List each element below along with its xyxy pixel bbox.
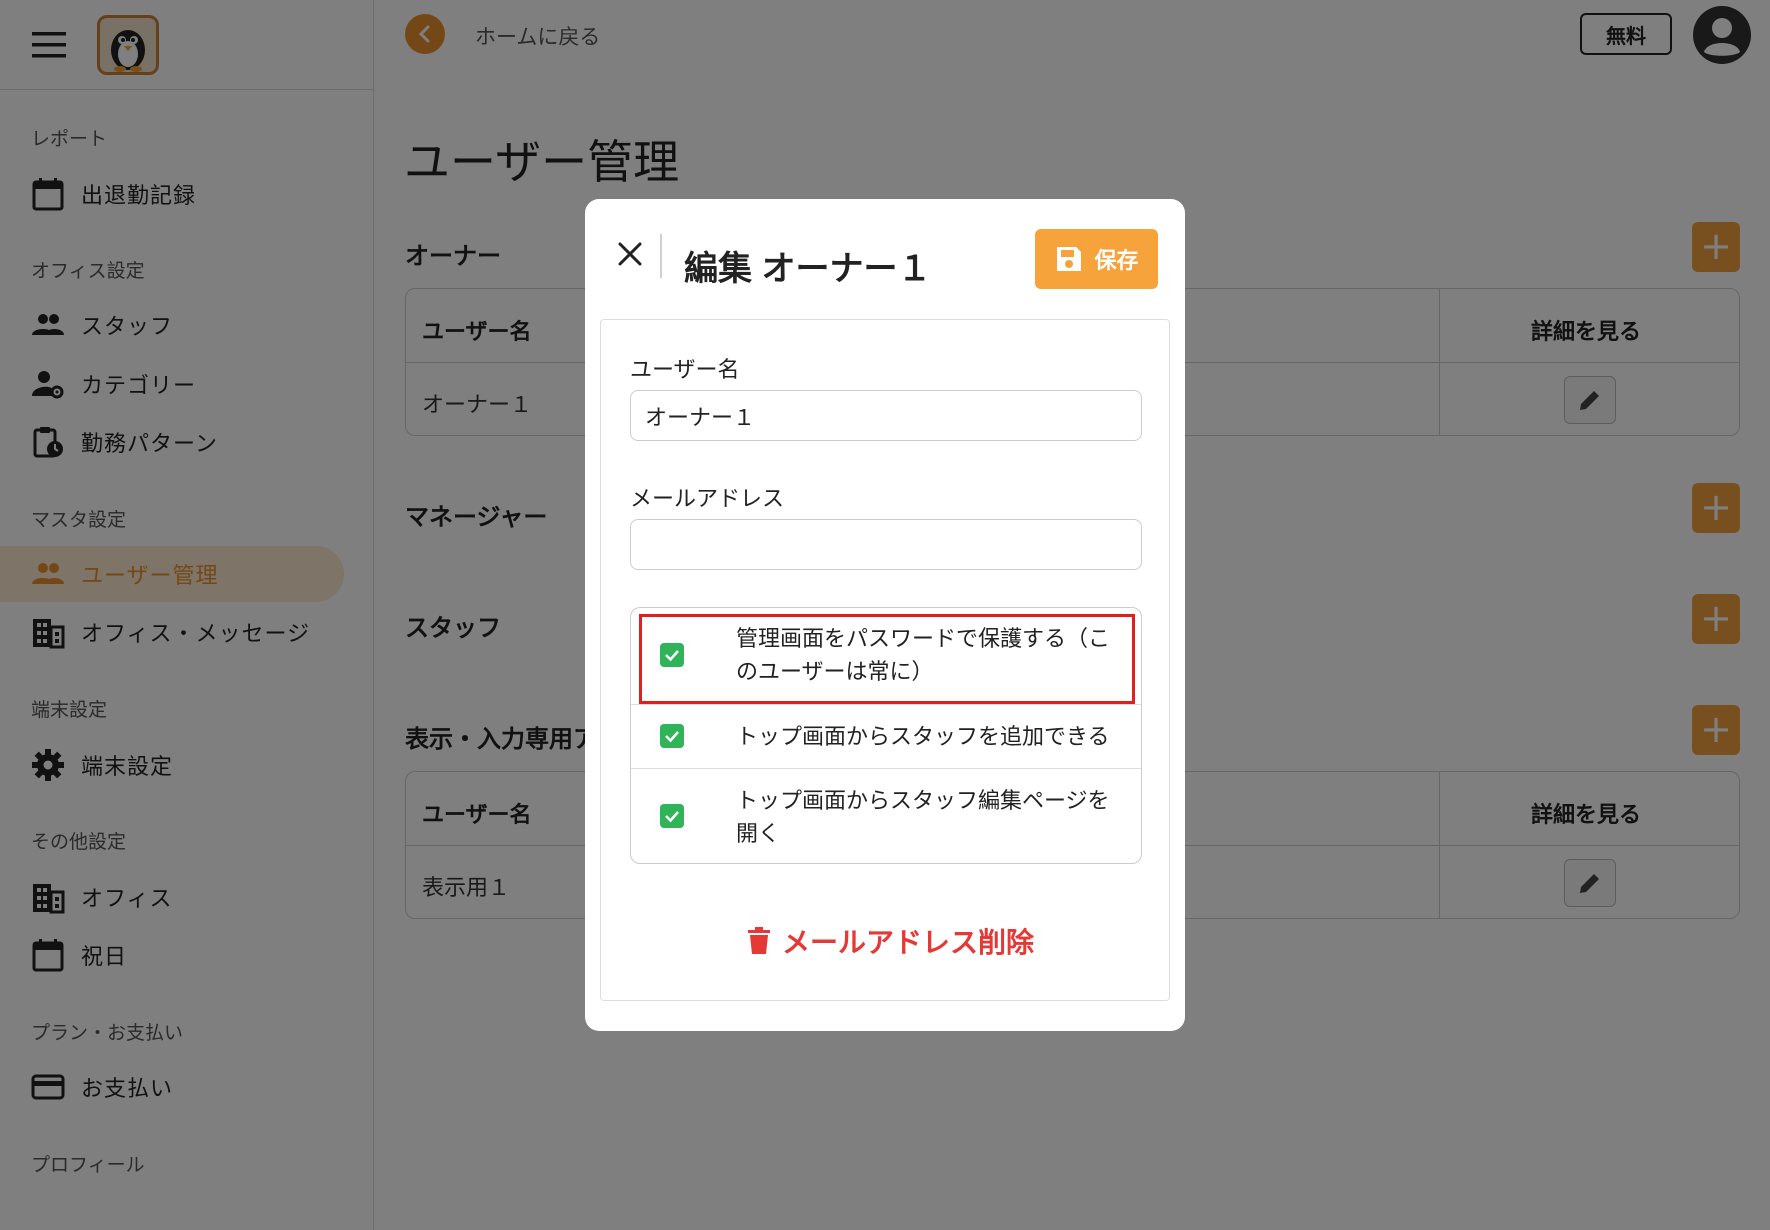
email-label: メールアドレス xyxy=(630,486,785,511)
check-icon xyxy=(665,731,679,743)
checkbox-checked[interactable] xyxy=(660,724,684,748)
save-button-label: 保存 xyxy=(1094,248,1139,273)
floppy-disk-icon xyxy=(1054,244,1084,274)
permission-options: 管理画面をパスワードで保護する（このユーザーは常に） トップ画面からスタッフを追… xyxy=(630,607,1142,864)
delete-email-button[interactable]: メールアドレス削除 xyxy=(748,921,1034,961)
check-icon xyxy=(665,811,679,823)
checkbox-checked[interactable] xyxy=(660,804,684,828)
username-label: ユーザー名 xyxy=(630,357,740,382)
option-label: トップ画面からスタッフを追加できる xyxy=(736,724,1110,749)
dialog-body: ユーザー名 メールアドレス 管理画面をパスワードで保護する（このユーザーは常に）… xyxy=(600,319,1170,1001)
option-label: トップ画面からスタッフ編集ページを開く xyxy=(736,788,1110,846)
dialog-title: 編集 オーナー１ xyxy=(684,250,932,288)
highlight-box xyxy=(639,614,1135,704)
option-open-staff-edit[interactable]: トップ画面からスタッフ編集ページを開く xyxy=(631,768,1141,864)
trash-icon xyxy=(748,927,770,955)
save-button[interactable]: 保存 xyxy=(1035,229,1158,289)
option-add-staff[interactable]: トップ画面からスタッフを追加できる xyxy=(631,704,1141,768)
delete-email-label: メールアドレス削除 xyxy=(782,927,1035,958)
email-input[interactable] xyxy=(630,519,1142,570)
edit-user-dialog: 編集 オーナー１ 保存 ユーザー名 メールアドレス 管理画面をパスワードで保護す… xyxy=(585,199,1185,1031)
username-input[interactable] xyxy=(630,390,1142,441)
close-icon[interactable] xyxy=(615,239,645,269)
